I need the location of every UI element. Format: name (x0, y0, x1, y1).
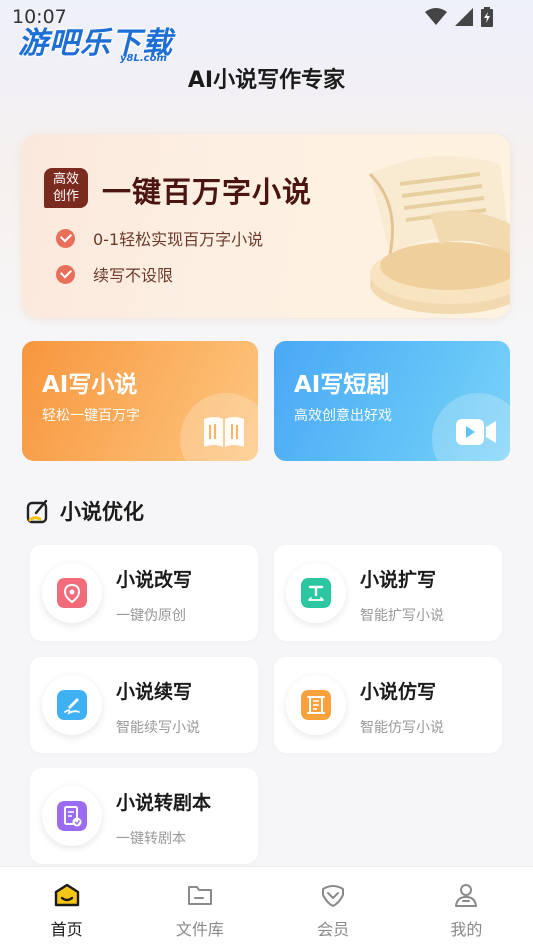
tool-desc: 一键伪原创 (116, 608, 186, 624)
page-title: AI小说写作专家 (187, 68, 346, 93)
hero-banner[interactable]: 高效 创作 一键百万字小说 0-1轻松实现百万字小说 续写不设限 (22, 134, 510, 318)
vip-icon (322, 885, 345, 907)
tool-icon-wrap (286, 563, 346, 623)
nav-label: 首页 (50, 920, 83, 939)
ai-write-novel-card[interactable]: AI写小说 轻松一键百万字 (22, 341, 258, 461)
check-icon (56, 228, 75, 248)
banner-badge: 高效 创作 (44, 168, 88, 208)
tool-desc: 一键转剧本 (116, 831, 186, 847)
pen-icon (57, 690, 87, 720)
edit-note-icon (26, 499, 48, 524)
signal-icon (455, 8, 473, 26)
banner-title: 一键百万字小说 (102, 175, 313, 209)
card-subtitle: 高效创意出好戏 (294, 408, 392, 424)
book-icon (204, 417, 244, 447)
tool-title: 小说续写 (116, 681, 193, 703)
tool-card-imitate[interactable]: 小说仿写 智能仿写小说 (274, 657, 502, 753)
nav-label: 会员 (317, 920, 350, 939)
tool-icon-wrap (286, 675, 346, 735)
tool-card-rewrite[interactable]: 小说改写 一键伪原创 (30, 545, 258, 641)
card-title: AI写小说 (42, 372, 138, 398)
battery-icon (481, 7, 493, 27)
card-subtitle: 轻松一键百万字 (42, 408, 140, 424)
badge-line-1: 高效 (52, 172, 79, 187)
book-stack-illustration (368, 156, 510, 314)
nav-label: 文件库 (175, 920, 224, 939)
nav-item-vip[interactable]: 会员 (267, 867, 400, 948)
section-title: 小说优化 (60, 500, 144, 524)
video-icon (456, 419, 496, 445)
nav-item-files[interactable]: 文件库 (133, 867, 266, 948)
text-expand-icon (301, 578, 331, 608)
status-icons (425, 7, 493, 27)
nav-item-profile[interactable]: 我的 (400, 867, 533, 948)
home-icon (54, 883, 79, 907)
badge-line-2: 创作 (52, 189, 79, 204)
tool-card-to-script[interactable]: 小说转剧本 一键转剧本 (30, 768, 258, 864)
banner-point: 0-1轻松实现百万字小说 (56, 226, 263, 250)
section-header: 小说优化 (26, 496, 144, 526)
tool-title: 小说改写 (116, 569, 193, 591)
tool-desc: 智能续写小说 (116, 720, 200, 736)
tool-desc: 智能扩写小说 (360, 608, 444, 624)
ai-write-short-drama-card[interactable]: AI写短剧 高效创意出好戏 (274, 341, 510, 461)
check-icon (56, 264, 75, 284)
tool-title: 小说转剧本 (116, 792, 212, 814)
nav-item-home[interactable]: 首页 (0, 867, 133, 948)
banner-point: 续写不设限 (56, 262, 173, 286)
profile-icon (455, 884, 478, 907)
tool-icon-wrap (42, 675, 102, 735)
location-pin-icon (57, 578, 87, 608)
script-icon (57, 801, 87, 831)
tool-desc: 智能仿写小说 (360, 720, 444, 736)
banner-point-text: 续写不设限 (93, 266, 174, 285)
tool-icon-wrap (42, 563, 102, 623)
tool-icon-wrap (42, 786, 102, 846)
tool-card-continue[interactable]: 小说续写 智能续写小说 (30, 657, 258, 753)
nav-label: 我的 (450, 920, 483, 939)
scroll-icon (301, 690, 331, 720)
wifi-icon (425, 8, 447, 25)
card-title: AI写短剧 (294, 372, 390, 398)
folder-icon (187, 886, 212, 905)
banner-point-text: 0-1轻松实现百万字小说 (93, 230, 264, 249)
tool-title: 小说仿写 (360, 681, 437, 703)
tool-card-expand[interactable]: 小说扩写 智能扩写小说 (274, 545, 502, 641)
tool-title: 小说扩写 (360, 569, 437, 591)
bottom-navigation: 首页 文件库 会员 我的 (0, 866, 533, 948)
